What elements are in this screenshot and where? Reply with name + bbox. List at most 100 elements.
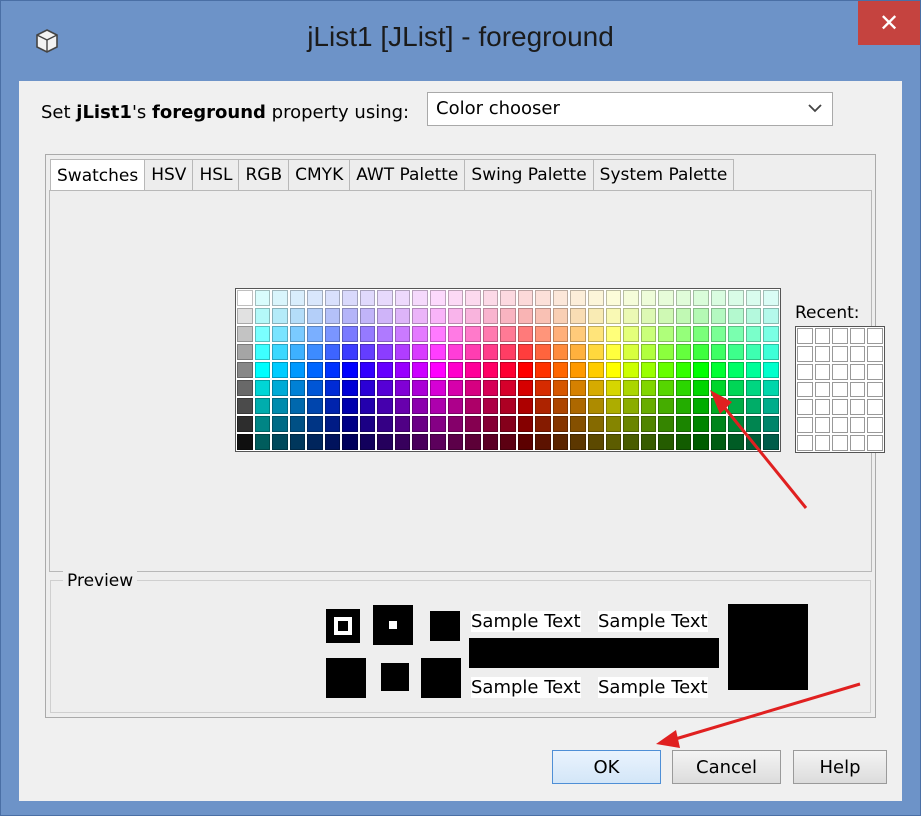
color-swatch[interactable]	[236, 379, 254, 397]
recent-swatch[interactable]	[831, 362, 849, 381]
color-swatch[interactable]	[674, 415, 693, 433]
color-swatch[interactable]	[692, 343, 710, 361]
color-swatch[interactable]	[446, 433, 465, 451]
color-swatch[interactable]	[622, 379, 640, 397]
color-swatch[interactable]	[674, 397, 693, 415]
color-swatch[interactable]	[393, 379, 412, 397]
color-swatch[interactable]	[674, 379, 693, 397]
color-swatch[interactable]	[464, 289, 482, 307]
color-swatch[interactable]	[744, 415, 763, 433]
color-swatch[interactable]	[481, 433, 500, 451]
color-swatch[interactable]	[692, 397, 710, 415]
color-swatch[interactable]	[429, 433, 447, 451]
color-swatch[interactable]	[253, 379, 272, 397]
color-swatch[interactable]	[762, 379, 780, 397]
color-swatch[interactable]	[744, 361, 763, 379]
color-swatch[interactable]	[674, 433, 693, 451]
color-swatch[interactable]	[236, 433, 254, 451]
color-swatch[interactable]	[481, 289, 500, 307]
color-swatch[interactable]	[481, 415, 500, 433]
color-swatch[interactable]	[622, 415, 640, 433]
color-swatch[interactable]	[271, 307, 289, 325]
color-swatch[interactable]	[341, 415, 359, 433]
color-swatch[interactable]	[288, 343, 307, 361]
color-swatch[interactable]	[762, 415, 780, 433]
color-swatch[interactable]	[253, 343, 272, 361]
color-swatch[interactable]	[323, 397, 342, 415]
color-swatch[interactable]	[604, 379, 623, 397]
color-swatch[interactable]	[622, 343, 640, 361]
color-swatch[interactable]	[271, 397, 289, 415]
color-swatch[interactable]	[534, 397, 552, 415]
color-swatch[interactable]	[481, 361, 500, 379]
color-swatch[interactable]	[727, 379, 745, 397]
color-swatch[interactable]	[516, 397, 535, 415]
color-swatch[interactable]	[657, 289, 675, 307]
color-swatch[interactable]	[499, 397, 517, 415]
color-swatch[interactable]	[569, 397, 587, 415]
color-swatch[interactable]	[569, 325, 587, 343]
color-swatch[interactable]	[744, 307, 763, 325]
color-swatch[interactable]	[411, 433, 430, 451]
color-swatch[interactable]	[236, 307, 254, 325]
color-swatch[interactable]	[551, 433, 570, 451]
color-swatch[interactable]	[481, 307, 500, 325]
color-swatch[interactable]	[429, 379, 447, 397]
color-swatch[interactable]	[271, 415, 289, 433]
color-swatch[interactable]	[692, 415, 710, 433]
color-swatch[interactable]	[674, 361, 693, 379]
color-swatch[interactable]	[499, 325, 517, 343]
color-swatch[interactable]	[569, 361, 587, 379]
recent-swatch[interactable]	[866, 327, 884, 345]
color-swatch[interactable]	[253, 289, 272, 307]
close-button[interactable]: ✕	[858, 1, 920, 45]
recent-swatch[interactable]	[831, 344, 849, 363]
color-swatch[interactable]	[323, 307, 342, 325]
color-swatch[interactable]	[516, 415, 535, 433]
color-swatch[interactable]	[692, 379, 710, 397]
color-swatch[interactable]	[516, 379, 535, 397]
color-swatch[interactable]	[306, 307, 324, 325]
color-swatch[interactable]	[411, 397, 430, 415]
color-swatch[interactable]	[727, 415, 745, 433]
color-swatch[interactable]	[604, 289, 623, 307]
color-swatch[interactable]	[551, 343, 570, 361]
color-swatch[interactable]	[393, 361, 412, 379]
color-swatch[interactable]	[358, 379, 377, 397]
color-swatch[interactable]	[622, 433, 640, 451]
color-swatch[interactable]	[604, 307, 623, 325]
color-swatch[interactable]	[341, 433, 359, 451]
color-swatch[interactable]	[323, 379, 342, 397]
color-swatch[interactable]	[762, 433, 780, 451]
color-swatch[interactable]	[288, 415, 307, 433]
color-swatch[interactable]	[534, 433, 552, 451]
color-swatch[interactable]	[429, 289, 447, 307]
recent-swatch[interactable]	[848, 362, 867, 381]
color-swatch[interactable]	[727, 307, 745, 325]
color-swatch[interactable]	[639, 343, 658, 361]
color-swatch[interactable]	[393, 325, 412, 343]
color-swatch[interactable]	[762, 397, 780, 415]
color-swatch[interactable]	[639, 325, 658, 343]
color-swatch[interactable]	[516, 289, 535, 307]
color-swatch[interactable]	[306, 379, 324, 397]
color-swatch[interactable]	[446, 397, 465, 415]
color-swatch[interactable]	[534, 379, 552, 397]
recent-swatch[interactable]	[848, 380, 867, 399]
tab-hsl[interactable]: HSL	[192, 159, 240, 190]
color-swatch[interactable]	[709, 289, 728, 307]
color-swatch[interactable]	[551, 289, 570, 307]
title-bar[interactable]: jList1 [JList] - foreground ✕	[1, 1, 920, 81]
color-swatch[interactable]	[288, 361, 307, 379]
recent-swatch[interactable]	[848, 416, 867, 435]
color-swatch[interactable]	[569, 343, 587, 361]
color-swatch[interactable]	[674, 289, 693, 307]
color-swatch[interactable]	[744, 379, 763, 397]
recent-swatch[interactable]	[866, 398, 884, 417]
color-swatch[interactable]	[446, 325, 465, 343]
color-swatch[interactable]	[306, 397, 324, 415]
color-swatch[interactable]	[762, 343, 780, 361]
color-swatch[interactable]	[429, 325, 447, 343]
color-swatch[interactable]	[551, 325, 570, 343]
recent-swatch[interactable]	[796, 344, 814, 363]
